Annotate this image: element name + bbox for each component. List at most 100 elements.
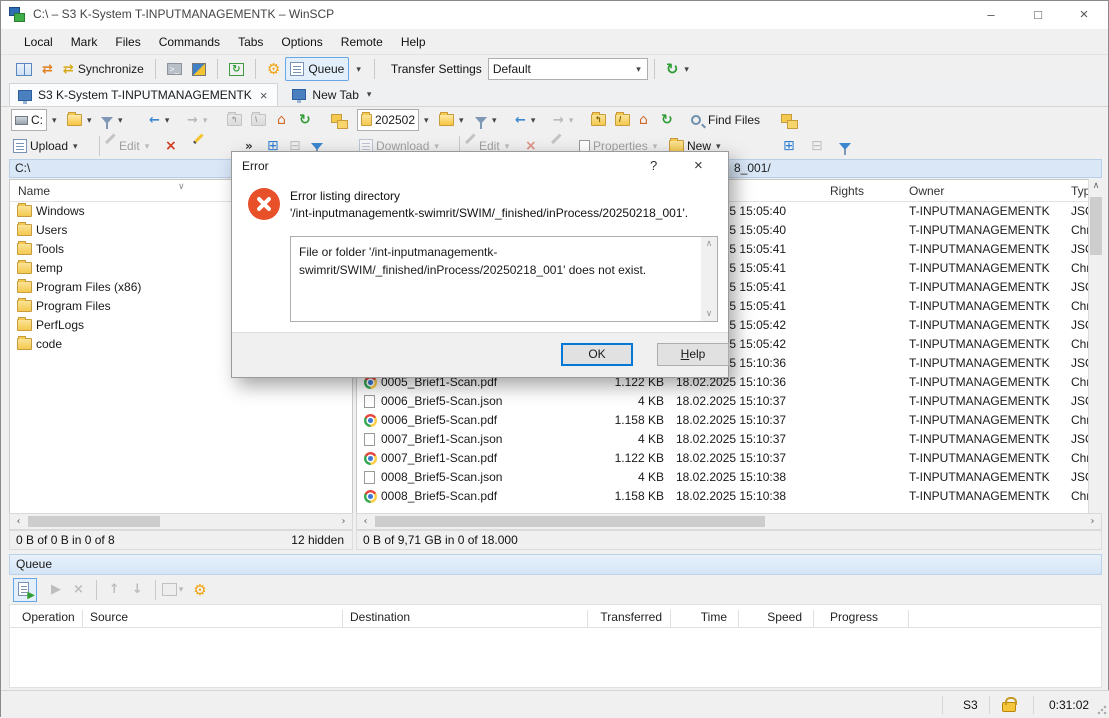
remote-parent-dir-button[interactable]: ↰ [591,108,606,132]
local-horizontal-scrollbar[interactable]: ‹ › [9,513,353,530]
queue-column[interactable]: Operation [22,610,75,624]
file-row[interactable]: 0006_Brief5-Scan.pdf 1.158 KB 18.02.2025… [357,411,1101,430]
scroll-up-icon[interactable]: ∧ [1089,181,1103,191]
menu-item[interactable]: Mark [62,31,107,53]
queue-column[interactable]: Source [90,610,128,624]
local-new-file-button[interactable] [191,134,204,158]
queue-list [9,628,1102,688]
menu-item[interactable]: Tabs [229,31,272,53]
file-row[interactable]: 0008_Brief5-Scan.pdf 1.158 KB 18.02.2025… [357,487,1101,506]
remote-unselect-button[interactable]: ⊟ [811,134,823,158]
file-row[interactable]: 0006_Brief5-Scan.json 4 KB 18.02.2025 15… [357,392,1101,411]
maximize-button[interactable]: □ [1015,1,1061,29]
find-files-button[interactable]: Find Files [691,108,760,132]
detail-scrollbar[interactable]: ∧ ∨ [701,237,717,321]
local-forward-button[interactable]: →▾ [187,108,209,132]
queue-move-up-button[interactable]: ↑ [103,582,126,597]
hidden-files-count[interactable]: 12 hidden [291,531,344,549]
remote-selection-filter-button[interactable] [839,134,851,158]
remote-open-dir-button[interactable]: ▾ [439,108,466,132]
tab-new-tab[interactable]: New Tab ▾ [284,83,381,106]
remote-filter-button[interactable]: ▾ [475,108,499,132]
remote-home-button[interactable]: ⌂ [639,108,648,132]
tab-close-icon[interactable]: × [258,88,270,103]
scroll-left-icon[interactable]: ‹ [357,514,374,529]
menu-item[interactable]: Files [106,31,149,53]
local-home-button[interactable]: ⌂ [277,108,286,132]
local-back-button[interactable]: ←▾ [149,108,171,132]
menu-item[interactable]: Remote [332,31,392,53]
queue-panel-title[interactable]: Queue [9,554,1102,575]
column-owner[interactable]: Owner [909,184,944,198]
tab-active-session[interactable]: S3 K-System T-INPUTMANAGEMENTK × [9,83,278,106]
local-tree-button[interactable] [331,108,347,132]
open-session-button[interactable] [187,57,211,81]
local-filter-button[interactable]: ▾ [101,108,125,132]
remote-dir-combo[interactable]: 202502 ▾ [357,108,431,132]
error-detail-box[interactable]: File or folder '/int-inputmanagementk-sw… [290,236,718,322]
upload-button[interactable]: Upload▾ [13,134,80,158]
local-delete-button[interactable]: × [165,134,177,158]
scroll-left-icon[interactable]: ‹ [10,514,27,529]
column-name[interactable]: Name [18,184,50,198]
local-open-dir-button[interactable]: ▾ [67,108,94,132]
transfer-settings-combo[interactable]: Default▾ [488,58,648,80]
local-edit-button[interactable]: Edit▾ [103,134,151,158]
preferences-button[interactable]: ⚙ [262,57,285,81]
minimize-button[interactable]: – [968,1,1014,29]
file-row[interactable]: 0007_Brief1-Scan.pdf 1.122 KB 18.02.2025… [357,449,1101,468]
help-button[interactable]: Help [657,343,729,366]
dialog-help-icon[interactable]: ? [650,158,657,173]
queue-enable-button[interactable]: ▶ [13,578,37,602]
local-refresh-button[interactable]: ↻ [299,108,311,132]
synchronize-button[interactable]: ⇄Synchronize [58,57,149,81]
winscp-app-icon [9,7,25,23]
scrollbar-thumb[interactable] [1090,197,1102,255]
file-row[interactable]: 0008_Brief5-Scan.json 4 KB 18.02.2025 15… [357,468,1101,487]
ok-button[interactable]: OK [561,343,633,366]
resize-grip[interactable] [1097,705,1107,715]
menu-item[interactable]: Options [272,31,331,53]
queue-preferences-gear-icon[interactable]: ⚙ [193,581,206,599]
column-rights[interactable]: Rights [830,184,864,198]
toggle-panes-button[interactable] [11,57,37,81]
queue-toggle-button[interactable]: Queue [285,57,349,81]
remote-back-button[interactable]: ←▾ [515,108,537,132]
local-root-dir-button[interactable]: \ [251,108,266,132]
synchronize-browsing-button[interactable]: ⇄ [37,57,58,81]
file-row[interactable]: 0007_Brief1-Scan.json 4 KB 18.02.2025 15… [357,430,1101,449]
queue-schedule-icon[interactable] [162,583,177,596]
queue-column[interactable]: Speed [742,610,802,624]
scroll-right-icon[interactable]: › [335,514,352,529]
local-drive-combo[interactable]: C: ▾ [11,108,59,132]
remote-forward-button[interactable]: →▾ [553,108,575,132]
queue-column[interactable]: Destination [350,610,410,624]
queue-move-down-button[interactable]: ↓ [126,582,149,597]
scrollbar-thumb[interactable] [28,516,160,527]
queue-column[interactable]: Transferred [572,610,662,624]
remote-vertical-scrollbar[interactable]: ∧ ∨ [1088,179,1102,529]
scroll-up-icon[interactable]: ∧ [701,239,717,249]
remote-refresh-button[interactable]: ↻ [661,108,673,132]
remote-select-button[interactable]: ⊞ [783,134,795,158]
remote-horizontal-scrollbar[interactable]: ‹ › [356,513,1102,530]
dialog-close-icon[interactable]: × [694,157,703,174]
menu-item[interactable]: Local [15,31,62,53]
queue-column[interactable]: Progress [830,610,878,624]
queue-resume-button[interactable]: ▶ [45,582,67,597]
refresh-session-button[interactable]: ↻ [224,57,249,81]
local-parent-dir-button[interactable]: ↰ [227,108,242,132]
close-button[interactable]: × [1061,1,1107,29]
scroll-down-icon[interactable]: ∨ [701,309,717,319]
open-console-button[interactable]: >_ [162,57,187,81]
queue-dropdown[interactable]: ▾ [349,57,368,81]
remote-tree-button[interactable] [781,108,797,132]
scroll-right-icon[interactable]: › [1084,514,1101,529]
refresh-remote-button[interactable]: ↻▾ [661,57,696,81]
queue-column[interactable]: Time [667,610,727,624]
remote-root-dir-button[interactable]: / [615,108,630,132]
menu-item[interactable]: Commands [150,31,229,53]
queue-delete-button[interactable]: × [67,582,90,597]
scrollbar-thumb[interactable] [375,516,765,527]
menu-item[interactable]: Help [392,31,435,53]
